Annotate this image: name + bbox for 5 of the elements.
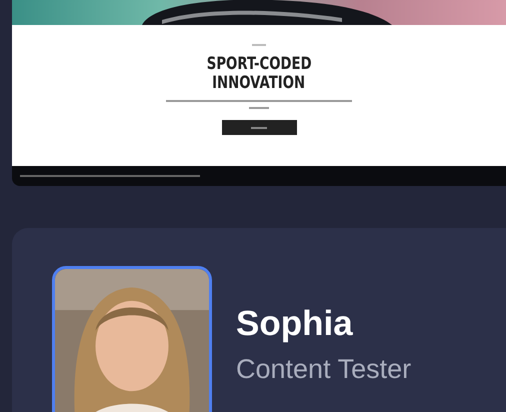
headline: SPORT-CODED [206,55,312,74]
profile-name: Sophia [236,303,354,345]
headline: INNOVATION [212,74,306,93]
cta-button[interactable] [222,120,296,135]
profile-role: Content Tester [236,354,412,385]
